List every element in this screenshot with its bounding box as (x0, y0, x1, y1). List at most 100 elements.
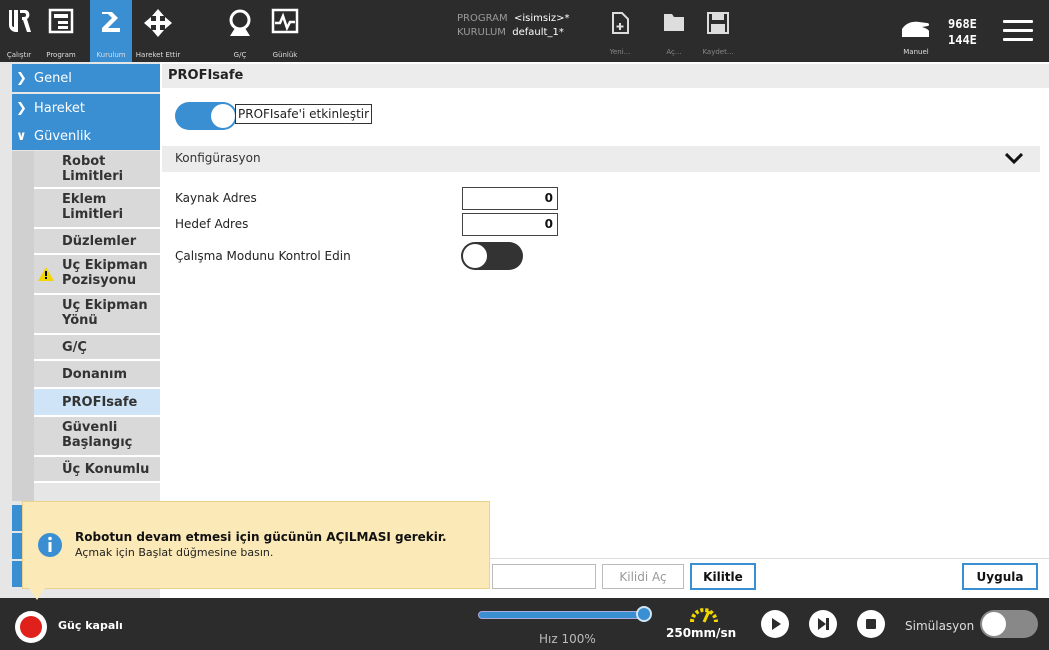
nav-run[interactable]: Çalıştır (0, 0, 38, 62)
tcp-speed: 250mm/sn (666, 626, 737, 640)
speed-slider-knob[interactable] (636, 606, 652, 622)
sidebar-item-planes[interactable]: Düzlemler (34, 229, 160, 255)
sidebar-item-hardware[interactable]: Donanım (34, 361, 160, 389)
save-label: Kaydet... (702, 48, 734, 56)
nav-move[interactable]: Hareket Ettir (132, 0, 184, 62)
new-label: Yeni... (609, 48, 631, 56)
nav-move-label: Hareket Ettir (135, 51, 181, 59)
hand-icon (902, 21, 930, 37)
toggle-knob (982, 612, 1006, 636)
sidebar-item-tool-direction[interactable]: Uç Ekipman Yönü (34, 295, 160, 335)
nav-log[interactable]: Günlük (262, 0, 308, 62)
play-button[interactable] (761, 610, 789, 638)
speed-label: Hız 100% (539, 632, 596, 646)
new-file-icon (612, 12, 629, 34)
mode-control-label: Çalışma Modunu Kontrol Edin (175, 249, 351, 263)
installation-label: KURULUM (457, 27, 506, 38)
power-status-label: Güç kapalı (58, 619, 123, 632)
configuration-label: Konfigürasyon (175, 151, 261, 165)
toggle-knob (211, 104, 235, 128)
mode-indicator[interactable]: Manuel (896, 0, 936, 62)
hamburger-menu-icon[interactable] (1000, 14, 1036, 48)
source-address-label: Kaynak Adres (175, 191, 257, 205)
sidebar-section-motion[interactable]: ❯ Hareket (12, 94, 160, 122)
program-info: PROGRAM <isimsiz>* KURULUM default_1* (457, 12, 570, 40)
stop-icon (866, 619, 876, 629)
save-button[interactable]: Kaydet... (696, 0, 740, 62)
configuration-header[interactable]: Konfigürasyon (162, 146, 1040, 172)
target-address-label: Hedef Adres (175, 217, 249, 231)
play-icon (772, 618, 781, 630)
chevron-down-icon: ∨ (16, 128, 27, 144)
sidebar-section-label: Güvenlik (34, 128, 91, 144)
sidebar-item-three-position[interactable]: Üç Konumlu (34, 457, 160, 483)
sidebar-section-label: Genel (34, 70, 72, 86)
stop-button[interactable] (857, 610, 885, 638)
chevron-right-icon: ❯ (16, 70, 27, 86)
sidebar-item-joint-limits[interactable]: Eklem Limitleri (34, 189, 160, 229)
speedometer-icon (690, 608, 718, 623)
info-icon (38, 533, 62, 557)
nav-installation[interactable]: Kurulum (90, 0, 132, 62)
sidebar-section-label: Hareket (34, 100, 85, 116)
nav-run-label: Çalıştır (6, 51, 32, 59)
power-button[interactable] (15, 611, 47, 643)
chevron-right-icon: ❯ (16, 100, 27, 116)
simulation-toggle[interactable] (980, 610, 1038, 638)
move-icon (144, 9, 172, 37)
nav-program-label: Program (46, 51, 76, 59)
open-label: Aç... (666, 48, 682, 56)
installation-name: default_1* (512, 27, 564, 38)
profisafe-enable-toggle[interactable] (175, 102, 237, 130)
sidebar-item-robot-limits[interactable]: Robot Limitleri (34, 151, 160, 189)
log-icon (271, 8, 299, 34)
sidebar-item-profisafe[interactable]: PROFIsafe (34, 389, 160, 417)
sidebar-subitems: Robot Limitleri Eklem Limitleri Düzlemle… (34, 151, 160, 483)
ur-logo-icon (9, 10, 31, 32)
program-name: <isimsiz>* (513, 13, 570, 24)
toggle-knob (463, 244, 487, 268)
nav-io-label: G/Ç (233, 51, 247, 59)
step-button[interactable] (809, 610, 837, 638)
speed-slider-track[interactable] (478, 611, 644, 619)
program-icon (48, 8, 74, 34)
notification-message: Açmak için Başlat düğmesine basın. (75, 546, 274, 559)
counter-top: 968E (948, 17, 977, 31)
apply-button[interactable]: Uygula (962, 563, 1038, 590)
sidebar-item-tool-position[interactable]: Uç Ekipman Pozisyonu (34, 255, 160, 295)
top-bar: Çalıştır Program Kurulum Hareket Ettir G… (0, 0, 1049, 62)
nav-installation-label: Kurulum (96, 51, 126, 59)
password-input[interactable] (492, 564, 596, 589)
mode-control-toggle[interactable] (461, 242, 523, 270)
sidebar-item-io[interactable]: G/Ç (34, 335, 160, 361)
counter-bottom: 144E (948, 33, 977, 47)
nav-io[interactable]: G/Ç (218, 0, 262, 62)
target-address-input[interactable]: 0 (462, 213, 558, 236)
step-icon (818, 618, 829, 630)
profisafe-enable-label[interactable]: PROFIsafe'i etkinleştir (235, 104, 373, 124)
source-address-input[interactable]: 0 (462, 187, 558, 210)
open-button[interactable]: Aç... (652, 0, 696, 62)
power-notification[interactable]: Robotun devam etmesi için gücünün AÇILMA… (22, 501, 490, 600)
footer-bar: Güç kapalı Hız 100% 250mm/sn Simülasyon (0, 598, 1049, 650)
simulation-label: Simülasyon (905, 619, 975, 633)
sidebar-item-safe-home[interactable]: Güvenli Başlangıç (34, 417, 160, 457)
installation-icon (102, 12, 120, 32)
save-icon (707, 12, 729, 34)
io-icon (229, 9, 251, 36)
notification-tail (29, 588, 45, 600)
sidebar-section-safety[interactable]: ∨ Güvenlik (12, 122, 160, 150)
new-button[interactable]: Yeni... (598, 0, 642, 62)
lock-button[interactable]: Kilitle (690, 563, 756, 590)
page-title: PROFIsafe (162, 64, 1049, 88)
notification-title: Robotun devam etmesi için gücünün AÇILMA… (75, 530, 447, 544)
counters: 968E 144E (948, 16, 977, 48)
unlock-button[interactable]: Kilidi Aç (602, 564, 684, 589)
sidebar-indent (12, 151, 34, 501)
warning-icon (38, 267, 54, 281)
chevron-down-icon (1005, 153, 1023, 165)
nav-log-label: Günlük (272, 51, 298, 59)
mode-label: Manuel (903, 48, 929, 56)
nav-program[interactable]: Program (38, 0, 84, 62)
sidebar-section-general[interactable]: ❯ Genel (12, 64, 160, 92)
